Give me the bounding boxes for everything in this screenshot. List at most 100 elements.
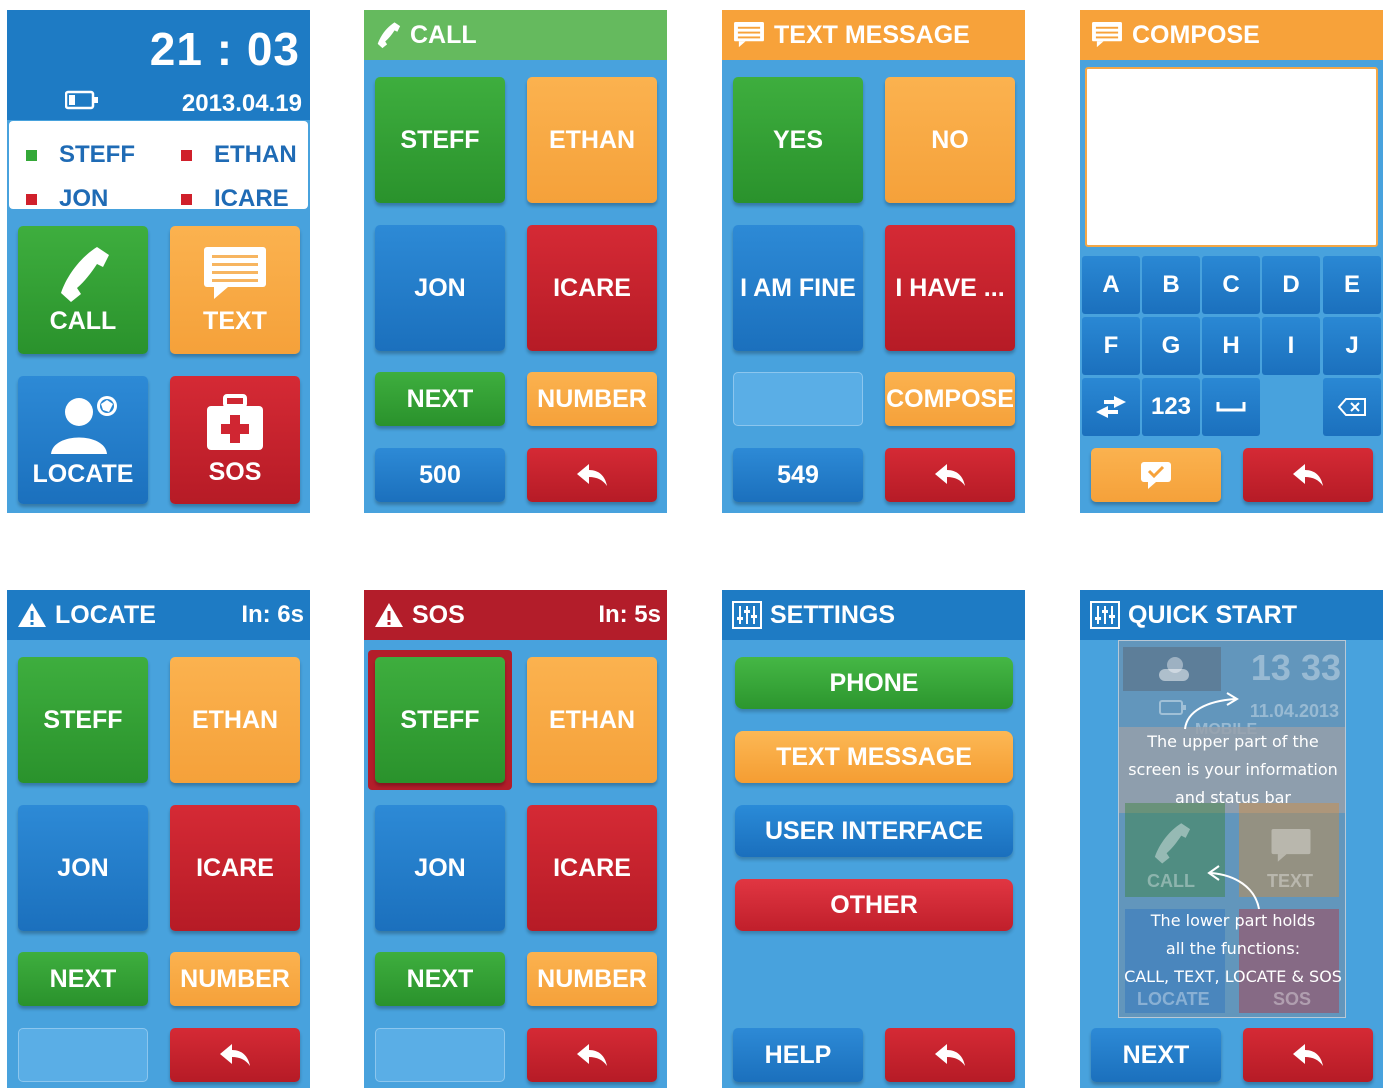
- lower-part-note-line1: The lower part holds: [1150, 911, 1316, 930]
- key-b[interactable]: B: [1142, 256, 1200, 314]
- curved-arrow-icon: [1207, 865, 1260, 910]
- contact-status-ethan: ETHAN: [181, 141, 297, 169]
- next-button[interactable]: NEXT: [1091, 1028, 1221, 1082]
- contact-button-icare[interactable]: ICARE: [527, 225, 657, 351]
- back-button[interactable]: [1243, 1028, 1373, 1082]
- back-button[interactable]: [1243, 448, 1373, 502]
- online-dot-icon: [26, 149, 37, 161]
- other-settings-button[interactable]: OTHER: [735, 879, 1013, 931]
- sliders-icon: [732, 601, 762, 629]
- contact-button-jon[interactable]: JON: [375, 225, 505, 351]
- back-button[interactable]: [527, 448, 657, 502]
- numbers-key[interactable]: 123: [1142, 378, 1200, 436]
- key-f[interactable]: F: [1082, 317, 1140, 375]
- next-button[interactable]: NEXT: [375, 372, 505, 426]
- back-arrow-icon: [220, 1044, 250, 1066]
- sos-header: SOS In: 5s: [364, 590, 667, 640]
- reply-i-am-fine-button[interactable]: I AM FINE: [733, 225, 863, 351]
- number-button[interactable]: NUMBER: [527, 952, 657, 1006]
- phone-settings-button[interactable]: PHONE: [735, 657, 1013, 709]
- clock: 21 : 03: [149, 23, 300, 75]
- back-button[interactable]: [170, 1028, 300, 1082]
- home-screen: 21 : 03 2013.04.19 STEFF ETHAN JON ICARE…: [7, 10, 310, 513]
- contact-button-jon[interactable]: JON: [18, 805, 148, 931]
- sos-screen: SOS In: 5s STEFF ETHAN JON ICARE NEXT NU…: [364, 590, 667, 1088]
- weather-icon: [1159, 657, 1189, 681]
- back-arrow-icon: [935, 464, 965, 486]
- sos-tile[interactable]: SOS: [170, 376, 300, 504]
- weather-widget: [1123, 647, 1221, 691]
- message-text-area[interactable]: [1085, 67, 1378, 247]
- reply-yes-button[interactable]: YES: [733, 77, 863, 203]
- key-g[interactable]: G: [1142, 317, 1200, 375]
- contact-status-jon: JON: [26, 185, 108, 213]
- contact-button-steff[interactable]: STEFF: [375, 77, 505, 203]
- send-button[interactable]: [1091, 448, 1221, 502]
- contact-button-ethan[interactable]: ETHAN: [170, 657, 300, 783]
- contact-button-ethan[interactable]: ETHAN: [527, 77, 657, 203]
- back-button[interactable]: [885, 448, 1015, 502]
- contact-button-icare[interactable]: ICARE: [170, 805, 300, 931]
- locate-header: LOCATE In: 6s: [7, 590, 310, 640]
- next-button[interactable]: NEXT: [375, 952, 505, 1006]
- space-key[interactable]: [1202, 378, 1260, 436]
- empty-slot: [733, 372, 863, 426]
- user-interface-settings-button[interactable]: USER INTERFACE: [735, 805, 1013, 857]
- key-e[interactable]: E: [1323, 256, 1381, 314]
- locate-tile[interactable]: LOCATE: [18, 376, 148, 504]
- contact-button-steff[interactable]: STEFF: [375, 657, 505, 783]
- swap-arrows-icon: [1096, 396, 1126, 418]
- reply-i-have-button[interactable]: I HAVE ...: [885, 225, 1015, 351]
- compose-button[interactable]: COMPOSE: [885, 372, 1015, 426]
- battery-icon: [64, 90, 99, 115]
- phone-icon: [374, 21, 402, 49]
- key-i[interactable]: I: [1262, 317, 1320, 375]
- contact-button-jon[interactable]: JON: [375, 805, 505, 931]
- ghost-phone-icon: [1154, 823, 1191, 864]
- contact-button-icare[interactable]: ICARE: [527, 805, 657, 931]
- countdown-timer: In: 6s: [241, 601, 304, 628]
- backspace-icon: [1337, 398, 1366, 416]
- text-message-header: TEXT MESSAGE: [722, 10, 1025, 60]
- number-button[interactable]: NUMBER: [527, 372, 657, 426]
- call-tile[interactable]: CALL: [18, 226, 148, 354]
- ghost-date: 11.04.2013: [1249, 701, 1339, 721]
- space-bar-icon: [1216, 402, 1246, 412]
- upper-part-note: The upper part of the screen is your inf…: [1119, 727, 1345, 813]
- back-arrow-icon: [935, 1044, 965, 1066]
- back-arrow-icon: [1293, 464, 1323, 486]
- page-title: LOCATE: [55, 600, 156, 629]
- switch-keyboard-key[interactable]: [1082, 378, 1140, 436]
- help-button[interactable]: HELP: [733, 1028, 863, 1082]
- key-j[interactable]: J: [1323, 317, 1381, 375]
- warning-icon: [17, 602, 47, 628]
- back-button[interactable]: [527, 1028, 657, 1082]
- key-d[interactable]: D: [1262, 256, 1320, 314]
- call-header: CALL: [364, 10, 667, 60]
- contact-button-steff[interactable]: STEFF: [18, 657, 148, 783]
- settings-header: SETTINGS: [722, 590, 1025, 640]
- settings-screen: SETTINGS PHONE TEXT MESSAGE USER INTERFA…: [722, 590, 1025, 1088]
- back-arrow-icon: [577, 464, 607, 486]
- curved-arrow-icon: [1184, 692, 1239, 730]
- next-button[interactable]: NEXT: [18, 952, 148, 1006]
- backspace-key[interactable]: [1323, 378, 1381, 436]
- reply-no-button[interactable]: NO: [885, 77, 1015, 203]
- key-a[interactable]: A: [1082, 256, 1140, 314]
- date: 2013.04.19: [181, 90, 302, 117]
- key-c[interactable]: C: [1202, 256, 1260, 314]
- compose-screen: COMPOSE A B C D E F G H I J 123: [1080, 10, 1383, 513]
- back-arrow-icon: [577, 1044, 607, 1066]
- locate-screen: LOCATE In: 6s STEFF ETHAN JON ICARE NEXT…: [7, 590, 310, 1088]
- message-icon: [1090, 21, 1124, 49]
- offline-dot-icon: [26, 193, 37, 205]
- contact-button-ethan[interactable]: ETHAN: [527, 657, 657, 783]
- text-tile[interactable]: TEXT: [170, 226, 300, 354]
- back-button[interactable]: [885, 1028, 1015, 1082]
- text-message-settings-button[interactable]: TEXT MESSAGE: [735, 731, 1013, 783]
- number-button[interactable]: NUMBER: [170, 952, 300, 1006]
- key-h[interactable]: H: [1202, 317, 1260, 375]
- credit-counter: 500: [375, 448, 505, 502]
- locate-person-icon: [50, 395, 117, 454]
- status-bar: 21 : 03 2013.04.19: [7, 10, 310, 120]
